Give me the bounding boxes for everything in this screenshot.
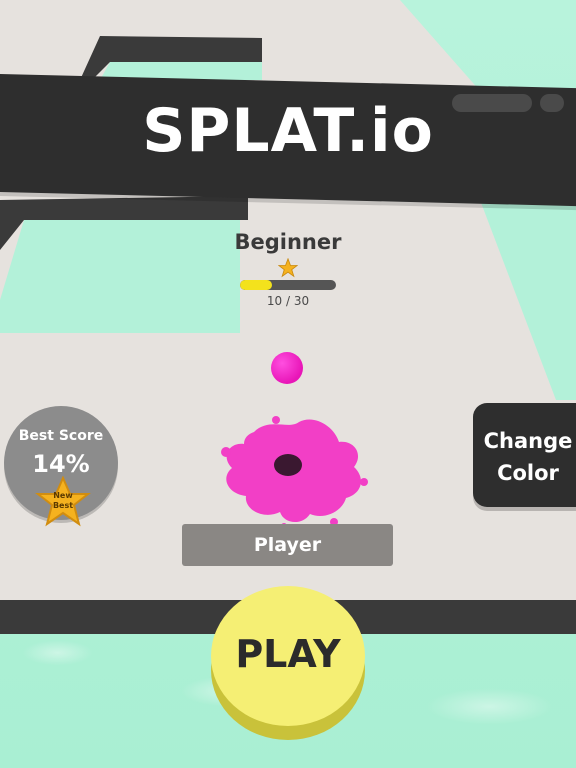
best-score-label: Best Score (18, 428, 104, 444)
change-color-label[interactable]: Change Color (473, 425, 576, 489)
level-progress-fill (240, 280, 272, 290)
new-best-line2: Best (52, 501, 74, 510)
level-progress-bar (240, 280, 336, 290)
new-best-badge-text: New Best (34, 491, 92, 511)
rank-title: Beginner (234, 230, 342, 254)
play-button-label[interactable]: PLAY (211, 632, 365, 676)
player-name[interactable]: Player (182, 534, 393, 556)
star-icon (278, 258, 298, 278)
level-progress-text: 10 / 30 (266, 294, 310, 308)
best-score-value: 14% (32, 450, 90, 478)
player-ball (271, 352, 303, 384)
new-best-line1: New (53, 491, 73, 500)
game-title: SPLAT.io (142, 96, 434, 166)
change-color-line2: Color (497, 461, 559, 485)
paint-splat (221, 416, 368, 529)
change-color-line1: Change (483, 429, 573, 453)
